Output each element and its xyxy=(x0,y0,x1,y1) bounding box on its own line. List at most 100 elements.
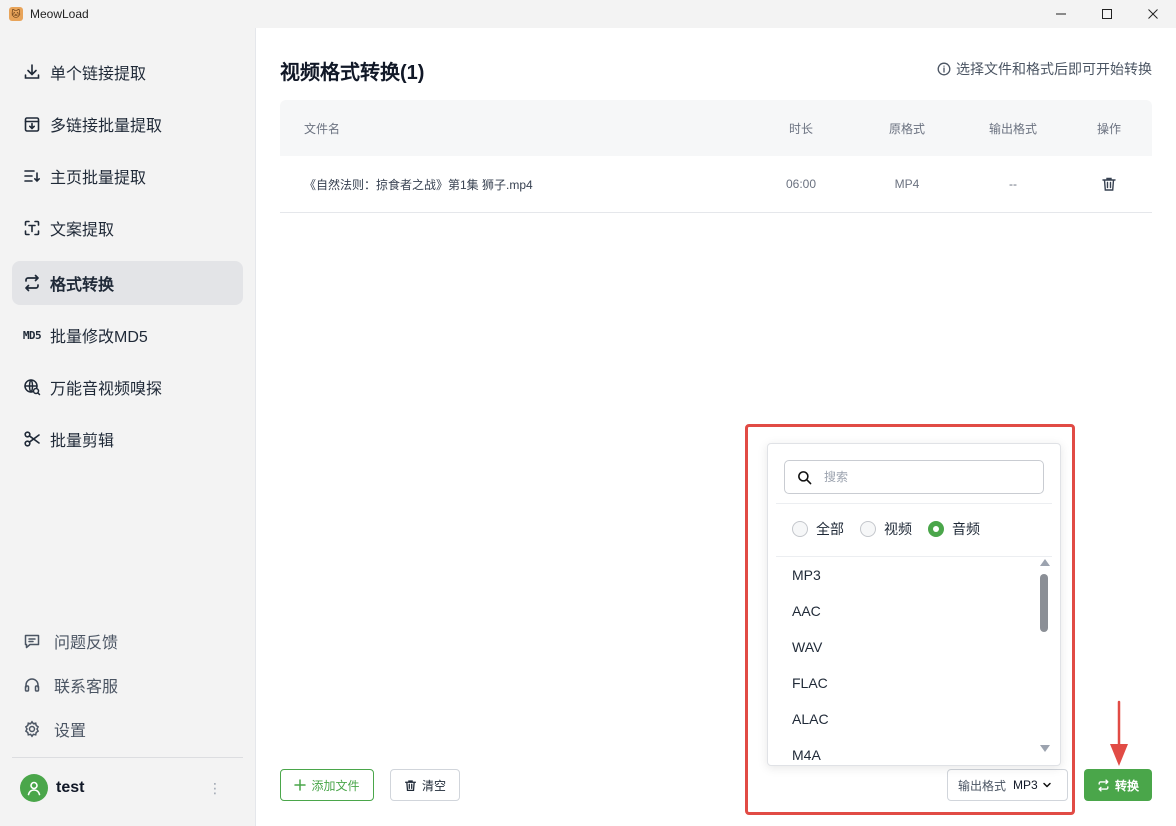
user-icon xyxy=(27,781,41,796)
sidebar: 单个链接提取 多链接批量提取 主页批量提取 文案提取 格式转换 MD5 批量修改… xyxy=(0,28,256,826)
scroll-up-arrow-icon[interactable] xyxy=(1040,559,1050,566)
column-header-format: 原格式 xyxy=(888,121,925,136)
sidebar-item-label: 文案提取 xyxy=(50,222,115,239)
sidebar-item-feedback[interactable]: 问题反馈 xyxy=(22,629,118,653)
scrollbar[interactable] xyxy=(1038,559,1050,755)
filter-video[interactable]: 视频 xyxy=(860,519,912,539)
scrollbar-thumb[interactable] xyxy=(1040,574,1048,632)
file-output-format: -- xyxy=(1009,177,1017,191)
convert-button[interactable]: 转换 xyxy=(1084,769,1152,801)
radio-all[interactable] xyxy=(792,521,808,537)
format-option-m4a[interactable]: M4A xyxy=(768,737,1036,765)
main-content: 视频格式转换(1) 选择文件和格式后即可开始转换 文件名 时长 原格式 输出格式… xyxy=(257,28,1176,826)
filter-all[interactable]: 全部 xyxy=(792,519,844,539)
scroll-down-arrow-icon[interactable] xyxy=(1040,745,1050,752)
gear-icon xyxy=(22,719,42,739)
sidebar-item-single-link[interactable]: 单个链接提取 xyxy=(12,50,243,94)
sidebar-item-support[interactable]: 联系客服 xyxy=(22,673,118,697)
page-title: 视频格式转换(1) xyxy=(280,62,425,84)
convert-icon xyxy=(22,273,42,293)
delete-button[interactable] xyxy=(1078,156,1140,212)
sidebar-item-label: 万能音视频嗅探 xyxy=(50,381,163,398)
user-name: test xyxy=(56,779,85,796)
sidebar-item-label: 主页批量提取 xyxy=(50,170,147,187)
minimize-button[interactable] xyxy=(1038,0,1084,28)
app-title: MeowLoad xyxy=(30,7,89,21)
format-option-mp3[interactable]: MP3 xyxy=(768,557,1036,593)
sidebar-item-label: 单个链接提取 xyxy=(50,66,147,83)
more-vertical-icon[interactable]: ⋮ xyxy=(208,778,222,798)
sidebar-item-label: 格式转换 xyxy=(50,277,115,294)
format-option-wav[interactable]: WAV xyxy=(768,629,1036,665)
search-box xyxy=(784,460,1044,494)
app-logo-icon: 🐱 xyxy=(9,7,23,21)
plus-icon xyxy=(294,779,307,791)
sidebar-item-settings[interactable]: 设置 xyxy=(22,717,86,741)
file-name: 《自然法则：掠食者之战》第1集 狮子.mp4 xyxy=(304,177,533,192)
sidebar-item-label: 联系客服 xyxy=(54,679,119,696)
sidebar-item-media-sniffer[interactable]: 万能音视频嗅探 xyxy=(12,365,243,409)
clear-label: 清空 xyxy=(421,778,446,793)
info-icon xyxy=(937,62,951,76)
window-controls xyxy=(1038,0,1176,28)
format-dropdown: 全部 视频 音频 MP3 AAC WAV FLAC ALAC M4A xyxy=(767,443,1061,766)
close-button[interactable] xyxy=(1130,0,1176,28)
title-bar: 🐱 MeowLoad xyxy=(0,0,1176,28)
trash-icon xyxy=(1102,177,1116,191)
user-profile[interactable]: test ⋮ xyxy=(20,774,236,802)
sidebar-item-label: 问题反馈 xyxy=(54,635,119,652)
scissors-icon xyxy=(22,429,42,449)
search-input[interactable] xyxy=(824,470,1024,484)
hint-text: 选择文件和格式后即可开始转换 xyxy=(937,59,1152,79)
avatar xyxy=(20,774,48,802)
add-file-button[interactable]: 添加文件 xyxy=(280,769,374,801)
minimize-icon xyxy=(1056,13,1066,15)
sidebar-item-label: 设置 xyxy=(54,723,87,740)
column-header-actions: 操作 xyxy=(1096,121,1121,136)
radio-audio[interactable] xyxy=(928,521,944,537)
radio-video[interactable] xyxy=(860,521,876,537)
search-icon xyxy=(797,470,812,485)
sidebar-item-format-convert[interactable]: 格式转换 xyxy=(12,261,243,305)
format-option-flac[interactable]: FLAC xyxy=(768,665,1036,701)
download-icon xyxy=(22,62,42,82)
annotation-arrow-icon xyxy=(1110,700,1128,766)
column-header-duration: 时长 xyxy=(788,121,813,136)
sidebar-item-label: 批量修改MD5 xyxy=(50,329,148,346)
convert-label: 转换 xyxy=(1114,778,1139,793)
filter-all-label: 全部 xyxy=(816,521,844,537)
globe-search-icon xyxy=(22,377,42,397)
format-type-filter: 全部 视频 音频 xyxy=(792,520,996,538)
divider xyxy=(776,503,1052,504)
format-option-aac[interactable]: AAC xyxy=(768,593,1036,629)
format-option-list: MP3 AAC WAV FLAC ALAC M4A xyxy=(768,557,1036,765)
maximize-button[interactable] xyxy=(1084,0,1130,28)
sidebar-item-label: 多链接批量提取 xyxy=(50,118,163,135)
sidebar-item-text-extract[interactable]: 文案提取 xyxy=(12,206,243,250)
filter-audio[interactable]: 音频 xyxy=(928,519,980,539)
sidebar-item-batch-edit[interactable]: 批量剪辑 xyxy=(12,417,243,461)
table-row: 《自然法则：掠食者之战》第1集 狮子.mp4 06:00 MP4 -- xyxy=(280,156,1152,213)
filter-video-label: 视频 xyxy=(884,521,912,537)
add-file-label: 添加文件 xyxy=(311,778,360,793)
column-header-output: 输出格式 xyxy=(988,121,1037,136)
table-header: 文件名 时长 原格式 输出格式 操作 xyxy=(280,100,1152,156)
feedback-icon xyxy=(22,631,42,651)
text-scan-icon xyxy=(22,218,42,238)
clear-button[interactable]: 清空 xyxy=(390,769,460,801)
trash-icon xyxy=(404,779,417,792)
sidebar-item-homepage-batch[interactable]: 主页批量提取 xyxy=(12,154,243,198)
column-header-filename: 文件名 xyxy=(304,121,341,136)
maximize-icon xyxy=(1102,9,1112,19)
headset-icon xyxy=(22,675,42,695)
sidebar-divider xyxy=(12,757,243,758)
sidebar-item-multi-link[interactable]: 多链接批量提取 xyxy=(12,102,243,146)
close-icon xyxy=(1148,9,1158,19)
hint-label: 选择文件和格式后即可开始转换 xyxy=(956,61,1152,77)
sidebar-item-batch-md5[interactable]: MD5 批量修改MD5 xyxy=(12,313,243,357)
batch-download-icon xyxy=(22,114,42,134)
md5-icon: MD5 xyxy=(22,328,42,342)
filter-audio-label: 音频 xyxy=(952,521,980,537)
sidebar-item-label: 批量剪辑 xyxy=(50,433,115,450)
format-option-alac[interactable]: ALAC xyxy=(768,701,1036,737)
